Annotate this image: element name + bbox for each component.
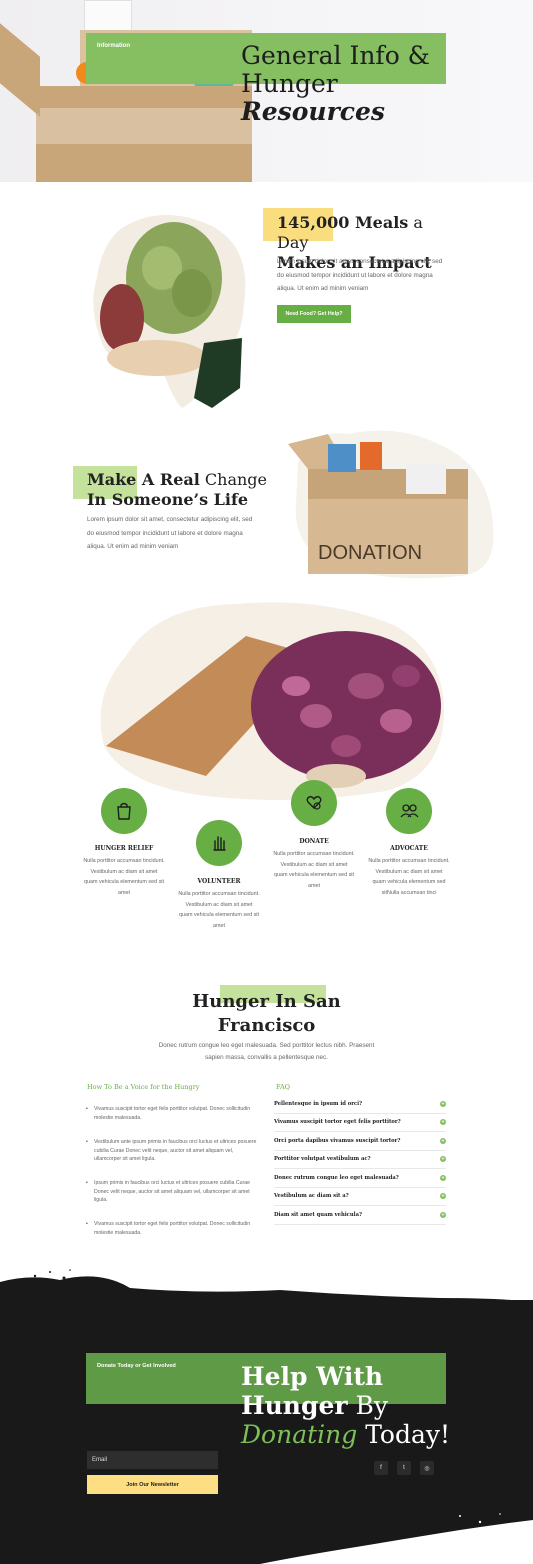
plus-icon: + <box>440 1174 446 1181</box>
change-title-bold: Make A Real <box>87 470 200 489</box>
faq-question: Vivamus suscipit tortor eget felis portt… <box>274 1119 401 1126</box>
advocate-circle <box>386 788 432 834</box>
brush-divider-bottom <box>260 1513 533 1564</box>
faq-question: Donec rutrum congue leo eget malesuada? <box>274 1174 399 1181</box>
faq-item[interactable]: Donec rutrum congue leo eget malesuada? + <box>274 1169 446 1188</box>
faq-question: Diam sit amet quam vehicula? <box>274 1211 362 1218</box>
advocate-title: ADVOCATE <box>390 845 428 852</box>
donation-box-image: DONATION <box>288 430 494 579</box>
volunteer-circle <box>196 820 242 866</box>
donate-text: Nulla porttitor accumsan tincidunt. Vest… <box>273 851 355 889</box>
footer-title: Help With Hunger By Donating Today! <box>241 1362 450 1449</box>
sf-title: Hunger In San Francisco <box>150 990 383 1038</box>
title-line-2: Hunger <box>241 69 338 98</box>
change-title: Make A Real Change In Someone’s Life <box>87 470 267 510</box>
faq-item[interactable]: Pellentesque in ipsum id orci? + <box>274 1095 446 1114</box>
faq-question: Vestibulum ac diam sit a? <box>274 1193 349 1200</box>
title-line-3: Resources <box>241 97 385 126</box>
artichoke-image <box>93 214 246 408</box>
faq-item[interactable]: Diam sit amet quam vehicula? + <box>274 1206 446 1225</box>
faq-question: Pellentesque in ipsum id orci? <box>274 1100 363 1107</box>
faq-question: Orci porta dapibus vivamus suscipit tort… <box>274 1137 401 1144</box>
hero-box-tape <box>36 108 252 144</box>
plus-icon: + <box>440 1193 446 1200</box>
footer-title-donating: Donating <box>241 1420 358 1449</box>
list-item: Vivamus suscipit tortor eget felis portt… <box>86 1105 258 1122</box>
donate-title: DONATE <box>299 838 329 845</box>
hunger-relief-circle <box>101 788 147 834</box>
hunger-relief-text: Nulla porttitor accumsan tincidunt. Vest… <box>83 858 165 896</box>
hunger-relief-title: HUNGER RELIEF <box>94 845 154 852</box>
sf-subtitle: Donec rutrum congue leo eget malesuada. … <box>158 1042 375 1061</box>
change-title-light: Change <box>199 470 268 489</box>
hero-box-flap <box>0 23 40 117</box>
plus-icon: + <box>440 1100 446 1107</box>
instagram-icon[interactable]: ◎ <box>420 1461 434 1475</box>
shopping-bag-icon <box>117 802 131 820</box>
advocate-text: Nulla porttitor accumsan tincidunt. Vest… <box>368 858 450 896</box>
list-item: Vivamus suscipit tortor eget felis portt… <box>86 1220 258 1237</box>
hero-label: Information <box>97 43 130 49</box>
footer-label: Donate Today or Get Involved <box>97 1363 176 1369</box>
volunteer-title: VOLUNTEER <box>197 878 241 885</box>
list-item: Vestibulum ante ipsum primis in faucibus… <box>86 1138 258 1164</box>
faq-item[interactable]: Orci porta dapibus vivamus suscipit tort… <box>274 1132 446 1151</box>
faq-question: Porttitor volutpat vestibulum ac? <box>274 1156 371 1163</box>
footer-title-hunger: Hunger <box>241 1391 348 1420</box>
facebook-icon[interactable]: f <box>374 1461 388 1475</box>
newsletter-button[interactable]: Join Our Newsletter <box>87 1475 218 1494</box>
faq-item[interactable]: Vestibulum ac diam sit a? + <box>274 1188 446 1206</box>
brush-divider-top <box>0 1269 533 1312</box>
donate-circle <box>291 780 337 826</box>
sf-title-line1: Hunger In San <box>192 991 341 1012</box>
meals-title-bold: 145,000 Meals <box>277 213 409 232</box>
page-title: General Info & Hunger Resources <box>241 42 430 126</box>
email-field[interactable]: Email <box>87 1451 218 1469</box>
footer-title-line1: Help With <box>241 1362 384 1391</box>
footer-title-by: By <box>347 1391 388 1420</box>
volunteer-text: Nulla porttitor accumsan tincidunt. Vest… <box>178 891 260 929</box>
heart-hand-icon <box>306 796 322 810</box>
plus-icon: + <box>440 1137 446 1144</box>
potato-box-image <box>100 602 445 800</box>
twitter-icon[interactable]: t <box>397 1461 411 1475</box>
sf-title-line2: Francisco <box>217 1015 316 1036</box>
faq-heading: FAQ <box>276 1083 290 1091</box>
list-item: Ipsum primis in faucibus orci luctus et … <box>86 1179 258 1205</box>
people-icon <box>400 804 419 818</box>
change-body: Lorem ipsum dolor sit amet, consectetur … <box>87 516 253 550</box>
change-title-line2: In Someone’s Life <box>87 490 249 509</box>
faq-item[interactable]: Vivamus suscipit tortor eget felis portt… <box>274 1114 446 1132</box>
plus-icon: + <box>440 1119 446 1126</box>
need-food-button[interactable]: Need Food? Get Help? <box>277 305 351 323</box>
voice-heading: How To Be a Voice for the Hungry <box>87 1083 200 1091</box>
plus-icon: + <box>440 1156 446 1163</box>
faq-item[interactable]: Porttitor volutpat vestibulum ac? + <box>274 1151 446 1169</box>
hand-icon <box>213 836 226 851</box>
title-line-1: General Info & <box>241 41 430 70</box>
footer-title-today: Today! <box>357 1420 451 1449</box>
plus-icon: + <box>440 1211 446 1218</box>
meals-body: Lorem ipsum dolor sit amet, consectetur … <box>277 258 443 292</box>
donation-box-label: DONATION <box>318 542 422 564</box>
